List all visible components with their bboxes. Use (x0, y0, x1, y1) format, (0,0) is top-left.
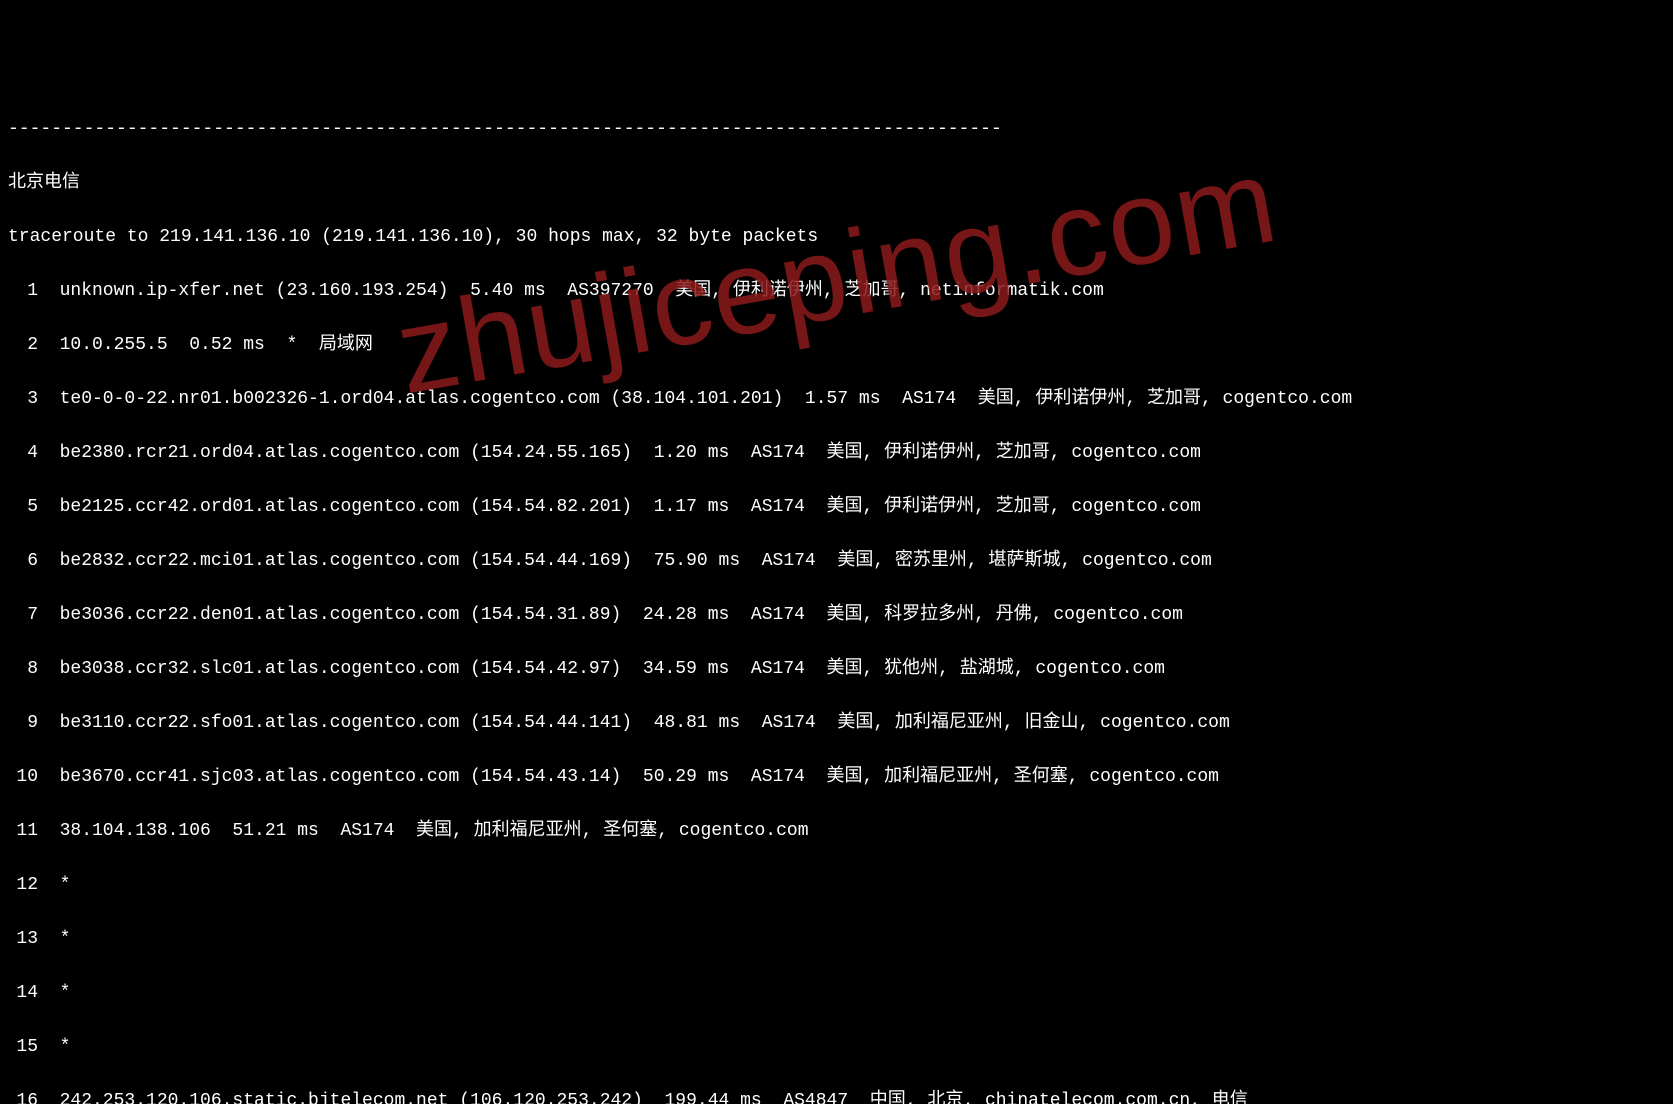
hop-row: 14 * (8, 980, 1665, 1007)
hop-row: 6 be2832.ccr22.mci01.atlas.cogentco.com … (8, 548, 1665, 575)
hop-row: 8 be3038.ccr32.slc01.atlas.cogentco.com … (8, 656, 1665, 683)
hop-number: 16 (8, 1088, 38, 1104)
hop-row: 4 be2380.rcr21.ord04.atlas.cogentco.com … (8, 440, 1665, 467)
hop-details: 10.0.255.5 0.52 ms * 局域网 (38, 335, 373, 355)
hop-row: 2 10.0.255.5 0.52 ms * 局域网 (8, 332, 1665, 359)
hop-number: 4 (8, 440, 38, 467)
hop-row: 9 be3110.ccr22.sfo01.atlas.cogentco.com … (8, 710, 1665, 737)
hop-number: 9 (8, 710, 38, 737)
hop-number: 14 (8, 980, 38, 1007)
hop-details: be3038.ccr32.slc01.atlas.cogentco.com (1… (38, 659, 1165, 679)
hop-number: 7 (8, 602, 38, 629)
hop-number: 3 (8, 386, 38, 413)
hop-details: be2380.rcr21.ord04.atlas.cogentco.com (1… (38, 443, 1201, 463)
hop-row: 16 242.253.120.106.static.bjtelecom.net … (8, 1088, 1665, 1104)
hop-details: te0-0-0-22.nr01.b002326-1.ord04.atlas.co… (38, 389, 1352, 409)
hop-details: 38.104.138.106 51.21 ms AS174 美国, 加利福尼亚州… (38, 821, 809, 841)
hop-details: be3110.ccr22.sfo01.atlas.cogentco.com (1… (38, 713, 1230, 733)
hop-number: 11 (8, 818, 38, 845)
hop-row: 11 38.104.138.106 51.21 ms AS174 美国, 加利福… (8, 818, 1665, 845)
hop-details: be3670.ccr41.sjc03.atlas.cogentco.com (1… (38, 767, 1219, 787)
hop-details: be2832.ccr22.mci01.atlas.cogentco.com (1… (38, 551, 1212, 571)
hop-details: unknown.ip-xfer.net (23.160.193.254) 5.4… (38, 281, 1104, 301)
hop-details: * (38, 875, 70, 895)
hop-number: 13 (8, 926, 38, 953)
traceroute-header: traceroute to 219.141.136.10 (219.141.13… (8, 224, 1665, 251)
hop-row: 15 * (8, 1034, 1665, 1061)
hop-details: be3036.ccr22.den01.atlas.cogentco.com (1… (38, 605, 1183, 625)
hop-number: 5 (8, 494, 38, 521)
hop-number: 15 (8, 1034, 38, 1061)
hop-number: 6 (8, 548, 38, 575)
hop-number: 2 (8, 332, 38, 359)
hop-number: 10 (8, 764, 38, 791)
hop-details: * (38, 983, 70, 1003)
divider-line: ----------------------------------------… (8, 116, 1665, 143)
hop-number: 8 (8, 656, 38, 683)
hop-details: 242.253.120.106.static.bjtelecom.net (10… (38, 1091, 1248, 1104)
hop-details: * (38, 1037, 70, 1057)
hop-row: 13 * (8, 926, 1665, 953)
hop-row: 10 be3670.ccr41.sjc03.atlas.cogentco.com… (8, 764, 1665, 791)
hop-number: 1 (8, 278, 38, 305)
hop-row: 5 be2125.ccr42.ord01.atlas.cogentco.com … (8, 494, 1665, 521)
hop-row: 1 unknown.ip-xfer.net (23.160.193.254) 5… (8, 278, 1665, 305)
hop-details: be2125.ccr42.ord01.atlas.cogentco.com (1… (38, 497, 1201, 517)
hop-row: 12 * (8, 872, 1665, 899)
hop-details: * (38, 929, 70, 949)
hop-row: 7 be3036.ccr22.den01.atlas.cogentco.com … (8, 602, 1665, 629)
location-label: 北京电信 (8, 170, 1665, 197)
hop-row: 3 te0-0-0-22.nr01.b002326-1.ord04.atlas.… (8, 386, 1665, 413)
hop-number: 12 (8, 872, 38, 899)
